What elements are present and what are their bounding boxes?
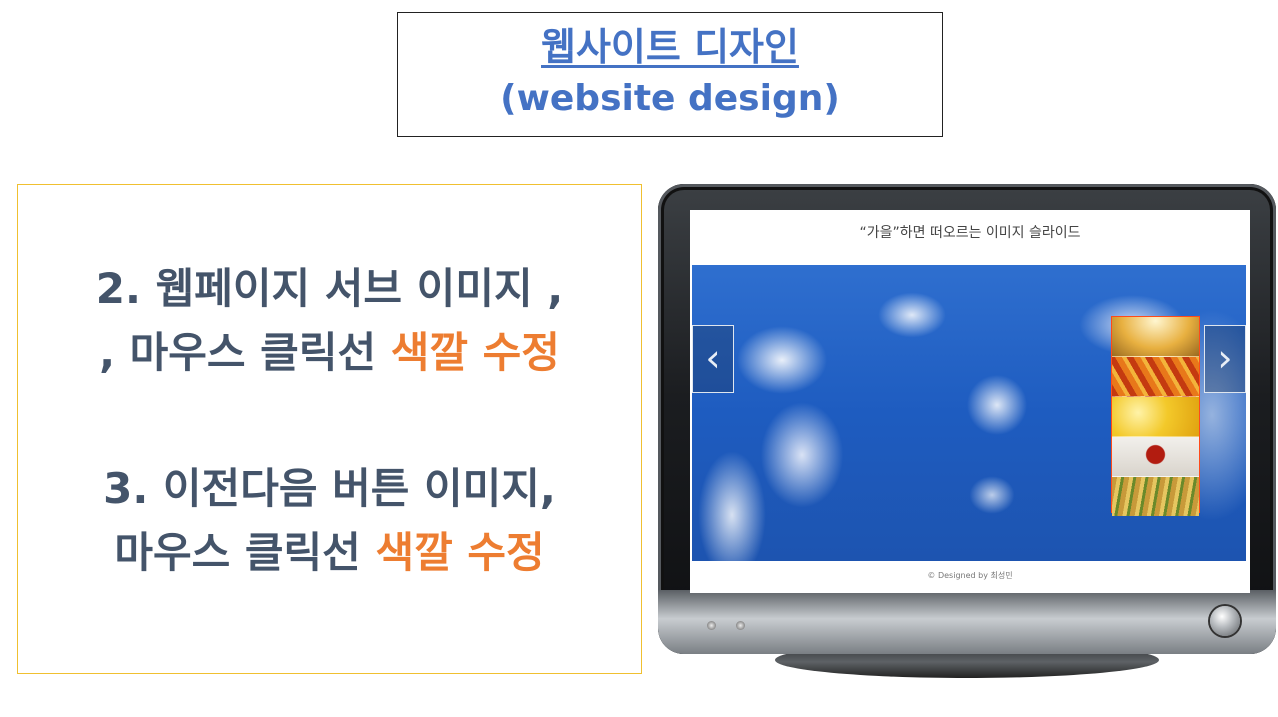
title-english: (website design) — [500, 78, 840, 119]
task-line-1: 2. 웹페이지 서브 이미지 , — [95, 264, 564, 313]
power-button-icon — [1210, 606, 1240, 636]
title-korean: 웹사이트 디자인 — [541, 25, 799, 69]
indicator-led-icon — [707, 621, 716, 630]
thumbnail-red-leaves[interactable] — [1112, 357, 1199, 397]
task-line-3: 3. 이전다음 버튼 이미지, — [103, 464, 556, 513]
task-line-2-accent: 색깔 수정 — [390, 328, 560, 377]
thumbnail-yellow-ginkgo[interactable] — [1112, 397, 1199, 437]
task-description-box: 2. 웹페이지 서브 이미지 , , 마우스 클릭선 색깔 수정 3. 이전다음… — [17, 184, 642, 674]
thumbnail-maple-leaf[interactable] — [1112, 437, 1199, 477]
title-box: 웹사이트 디자인 (website design) — [397, 12, 943, 137]
prev-button[interactable]: ‹ — [692, 325, 734, 393]
slide-heading: “가을”하면 떠오르는 이미지 슬라이드 — [859, 225, 1081, 241]
task-line-4: 마우스 클릭선 색깔 수정 — [18, 525, 641, 581]
task-line-2-text: , 마우스 클릭선 — [99, 328, 391, 377]
thumbnail-sunlight-leaves[interactable] — [1112, 317, 1199, 357]
thumbnail-strip — [1111, 316, 1200, 516]
task-line-2: , 마우스 클릭선 색깔 수정 — [18, 325, 641, 381]
monitor-screen: “가을”하면 떠오르는 이미지 슬라이드 ‹ › © Designed by 최… — [690, 210, 1250, 593]
task-line-4-accent: 색깔 수정 — [375, 528, 545, 577]
next-button[interactable]: › — [1204, 325, 1246, 393]
sky-slide-image — [692, 265, 1246, 561]
task-line-4-text: 마우스 클릭선 — [114, 528, 376, 577]
indicator-led-icon — [736, 621, 745, 630]
chevron-right-icon: › — [1217, 336, 1233, 380]
screen-footer: © Designed by 최성민 — [927, 571, 1013, 580]
thumbnail-rice-field[interactable] — [1112, 477, 1199, 516]
monitor-bezel-bottom — [658, 590, 1276, 654]
chevron-left-icon: ‹ — [705, 336, 721, 380]
